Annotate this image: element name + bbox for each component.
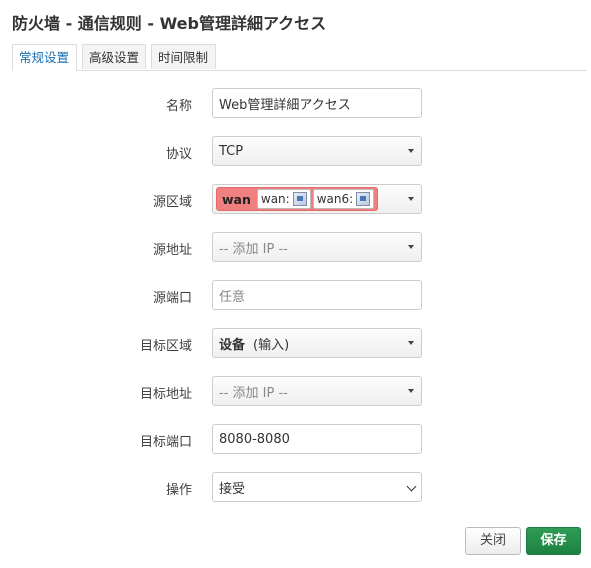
caret-down-icon [408, 245, 414, 249]
interface-badge-wan6: wan6: [312, 189, 375, 209]
source-address-label: 源地址 [152, 243, 192, 258]
tab-advanced-settings[interactable]: 高级设置 [82, 44, 146, 69]
source-zone-label: 源区域 [152, 195, 192, 210]
tab-time-restrictions[interactable]: 时间限制 [151, 44, 216, 69]
page-title: 防火墙 - 通信规则 - Web管理詳細アクセス [12, 14, 327, 33]
destination-address-placeholder: -- 添加 IP -- [219, 385, 288, 401]
destination-address-label: 目标地址 [139, 387, 192, 402]
tab-bar: 常规设置 高级设置 时间限制 [12, 44, 587, 71]
protocol-value: TCP [219, 143, 244, 159]
destination-port-value: 8080-8080 [219, 431, 290, 447]
action-value: 接受 [219, 481, 246, 497]
protocol-select[interactable]: TCP [212, 136, 422, 166]
interface-badge-wan: wan: [256, 189, 311, 209]
chevron-down-icon [406, 481, 417, 492]
save-button[interactable]: 保存 [526, 527, 581, 555]
close-button[interactable]: 关闭 [465, 527, 521, 555]
zone-badge-wan: wan wan: wan6: [216, 187, 379, 211]
source-address-placeholder: -- 添加 IP -- [219, 241, 288, 257]
source-zone-select[interactable]: wan wan: wan6: [212, 184, 422, 214]
source-address-select[interactable]: -- 添加 IP -- [212, 232, 422, 262]
action-label: 操作 [165, 483, 192, 498]
protocol-label: 协议 [165, 147, 192, 162]
name-value: Web管理詳細アクセス [219, 97, 351, 113]
network-interface-icon [356, 192, 371, 206]
source-port-placeholder: 任意 [219, 289, 246, 305]
source-port-input[interactable]: 任意 [212, 280, 422, 310]
destination-device-label: 设备 [219, 337, 246, 353]
destination-direction: (输入) [253, 337, 290, 353]
action-select[interactable]: 接受 [212, 472, 422, 502]
tab-general-settings[interactable]: 常规设置 [12, 44, 77, 71]
source-port-label: 源端口 [152, 291, 192, 306]
network-interface-icon [292, 192, 307, 206]
destination-zone-label: 目标区域 [139, 339, 192, 354]
destination-port-input[interactable]: 8080-8080 [212, 424, 422, 454]
caret-down-icon [408, 389, 414, 393]
caret-down-icon [408, 149, 414, 153]
caret-down-icon [408, 341, 414, 345]
zone-name: wan [222, 191, 251, 207]
name-input[interactable]: Web管理詳細アクセス [212, 88, 422, 118]
destination-address-select[interactable]: -- 添加 IP -- [212, 376, 422, 406]
destination-port-label: 目标端口 [139, 435, 192, 450]
name-label: 名称 [165, 99, 192, 114]
caret-down-icon [408, 197, 414, 201]
destination-zone-select[interactable]: 设备 (输入) [212, 328, 422, 358]
